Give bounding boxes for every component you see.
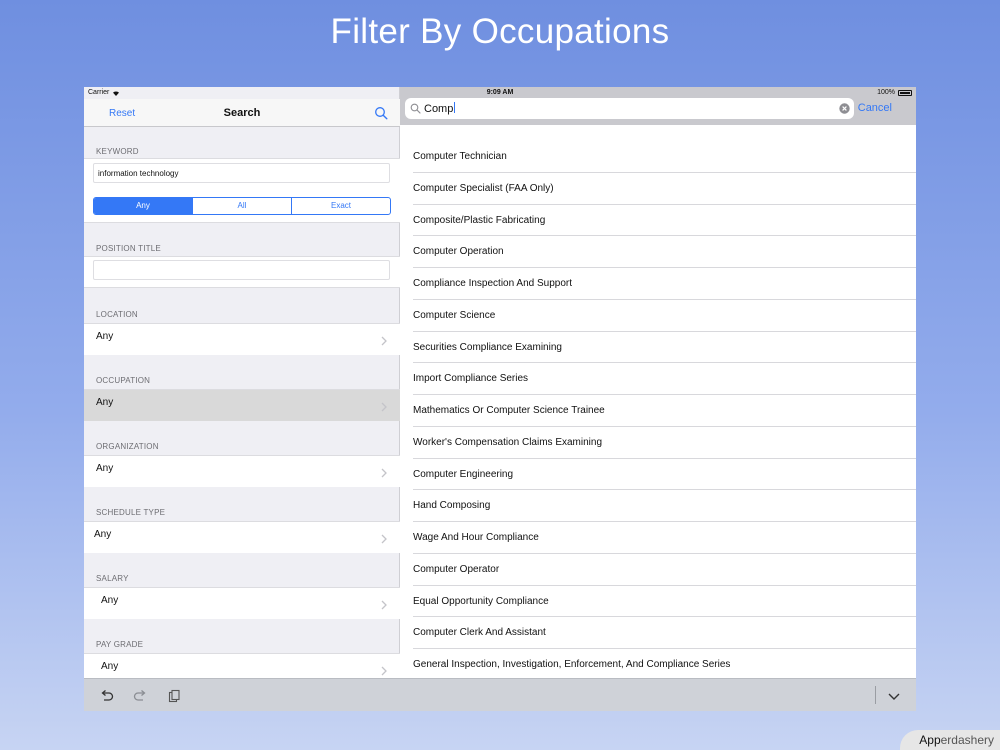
- occupation-result-row[interactable]: Computer Science: [413, 300, 916, 332]
- battery: 100%: [877, 89, 912, 96]
- banner-title: Filter By Occupations: [330, 12, 670, 51]
- occupation-cell[interactable]: Any: [84, 389, 400, 421]
- chevron-down-icon[interactable]: [886, 688, 902, 704]
- chevron-right-icon: [381, 468, 387, 478]
- occupation-result-row[interactable]: Computer Clerk And Assistant: [413, 617, 916, 649]
- chevron-right-icon: [381, 666, 387, 676]
- occupation-search-pane: Comp Cancel Computer Technician Computer …: [400, 87, 916, 678]
- search-form-pane: Reset Search KEYWORD information technol…: [84, 87, 400, 685]
- occupation-result-row[interactable]: Wage And Hour Compliance: [413, 522, 916, 554]
- match-mode-control: Any All Exact: [93, 197, 391, 215]
- occupation-result-row[interactable]: Computer Operator: [413, 554, 916, 586]
- organization-cell[interactable]: Any: [84, 455, 400, 487]
- clear-search-icon[interactable]: [839, 103, 850, 114]
- search-query: Comp: [424, 103, 454, 115]
- chevron-right-icon: [381, 402, 387, 412]
- occupation-result-row[interactable]: Worker's Compensation Claims Examining: [413, 427, 916, 459]
- watermark-light: erdashery: [940, 733, 994, 747]
- redo-icon[interactable]: [132, 688, 148, 704]
- pay-grade-value: Any: [101, 661, 119, 672]
- cancel-button[interactable]: Cancel: [858, 102, 892, 114]
- status-time: 9:09 AM: [486, 89, 514, 96]
- toolbar-divider: [875, 686, 876, 704]
- occupation-result-row[interactable]: Import Compliance Series: [413, 363, 916, 395]
- left-navbar: Reset Search: [84, 99, 400, 127]
- occupation-label: OCCUPATION: [96, 376, 151, 385]
- salary-value: Any: [101, 595, 119, 606]
- occupation-result-row[interactable]: Computer Engineering: [413, 459, 916, 491]
- occupation-result-row[interactable]: Compliance Inspection And Support: [413, 268, 916, 300]
- salary-cell[interactable]: Any: [84, 587, 400, 619]
- ipad-screen: Carrier 9:09 AM 100% Reset Search KEYWOR…: [84, 87, 916, 711]
- position-title-input[interactable]: [93, 260, 390, 280]
- segment-exact[interactable]: Exact: [291, 198, 390, 214]
- text-caret: [454, 102, 456, 113]
- occupation-value: Any: [96, 397, 114, 408]
- segment-all[interactable]: All: [192, 198, 291, 214]
- chevron-right-icon: [381, 534, 387, 544]
- occupation-result-row[interactable]: Mathematics Or Computer Science Trainee: [413, 395, 916, 427]
- paste-icon[interactable]: [166, 688, 182, 704]
- salary-label: SALARY: [96, 574, 129, 583]
- keyboard-toolbar: [84, 678, 916, 711]
- battery-percent: 100%: [877, 89, 895, 96]
- chevron-right-icon: [381, 600, 387, 610]
- magnifier-icon: [410, 103, 421, 114]
- occupation-result-row[interactable]: Composite/Plastic Fabricating: [413, 205, 916, 237]
- pay-grade-label: PAY GRADE: [96, 640, 144, 649]
- occupation-results-list: Computer Technician Computer Specialist (…: [400, 141, 916, 681]
- occupation-result-row[interactable]: Computer Operation: [413, 236, 916, 268]
- schedule-type-value: Any: [94, 529, 112, 540]
- chevron-right-icon: [381, 336, 387, 346]
- search-query-wrap: Comp: [424, 102, 456, 115]
- occupation-result-row[interactable]: General Inspection, Investigation, Enfor…: [413, 649, 916, 681]
- location-value: Any: [96, 331, 114, 342]
- occupation-result-row[interactable]: Computer Specialist (FAA Only): [413, 173, 916, 205]
- status-bar: Carrier 9:09 AM 100%: [84, 87, 916, 99]
- search-icon[interactable]: [374, 106, 388, 120]
- occupation-result-row[interactable]: Securities Compliance Examining: [413, 332, 916, 364]
- occupation-result-row[interactable]: Computer Technician: [413, 141, 916, 173]
- nav-title: Search: [223, 107, 261, 119]
- battery-icon: [898, 89, 912, 96]
- undo-icon[interactable]: [99, 688, 115, 704]
- keyword-label: KEYWORD: [96, 147, 139, 156]
- occupation-search-field[interactable]: Comp: [405, 98, 854, 119]
- watermark: Apperdashery: [900, 730, 1000, 750]
- organization-label: ORGANIZATION: [96, 442, 159, 451]
- keyword-input[interactable]: information technology: [93, 163, 390, 183]
- watermark-bold: App: [919, 733, 941, 747]
- occupation-result-row[interactable]: Equal Opportunity Compliance: [413, 586, 916, 618]
- organization-value: Any: [96, 463, 114, 474]
- schedule-type-cell[interactable]: Any: [84, 521, 400, 553]
- location-label: LOCATION: [96, 310, 138, 319]
- keyword-section: information technology Any All Exact: [84, 158, 400, 223]
- schedule-type-label: SCHEDULE TYPE: [96, 508, 166, 517]
- occupation-result-row[interactable]: Hand Composing: [413, 490, 916, 522]
- position-title-section: [84, 256, 400, 288]
- location-cell[interactable]: Any: [84, 323, 400, 355]
- position-title-label: POSITION TITLE: [96, 244, 161, 253]
- segment-any[interactable]: Any: [94, 198, 192, 214]
